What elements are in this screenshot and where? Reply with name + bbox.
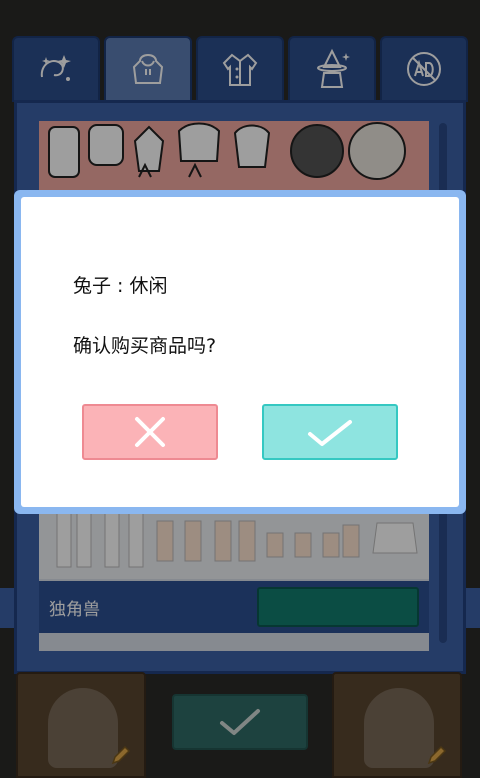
purchase-dialog: 兔子 : 休闲 确认购买商品吗? [21, 197, 459, 507]
confirm-question: 确认购买商品吗? [73, 335, 217, 357]
check-icon [308, 420, 352, 446]
item-name: 兔子 : 休闲 [73, 275, 168, 297]
close-icon [135, 417, 165, 447]
confirm-button[interactable] [262, 404, 398, 460]
cancel-button[interactable] [82, 404, 218, 460]
